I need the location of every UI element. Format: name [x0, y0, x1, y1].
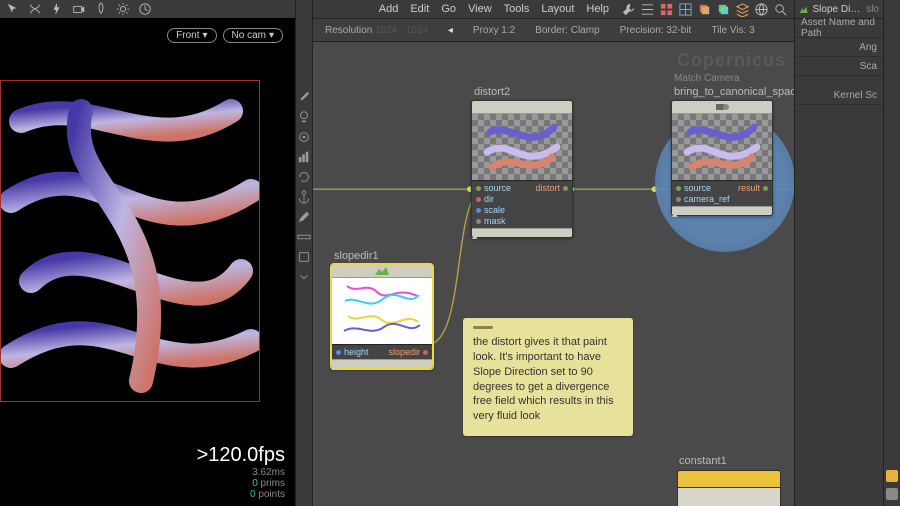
front-label: Front — [176, 30, 199, 41]
menu-go[interactable]: Go — [441, 3, 456, 15]
node-title: constant1 — [679, 455, 727, 467]
eyedropper-icon[interactable] — [297, 90, 311, 104]
node-ports: sourceresult camera_ref — [672, 180, 772, 206]
viewport-stats: >120.0fps 3.62ms 0 prims 0 points — [197, 444, 285, 500]
node-body — [677, 488, 781, 506]
node-title: bring_to_canonical_space — [674, 86, 794, 98]
fps-readout: >120.0fps — [197, 444, 285, 467]
res-label: Resolution — [325, 25, 372, 36]
frametime: 3.62ms — [197, 467, 285, 478]
menu-tools[interactable]: Tools — [504, 3, 530, 15]
node-header — [472, 101, 572, 114]
bulb-icon[interactable] — [297, 110, 311, 124]
note-grip-icon[interactable] — [473, 326, 493, 329]
globe-icon[interactable] — [754, 2, 769, 17]
gear-icon[interactable] — [116, 2, 130, 16]
grid-pink-icon[interactable] — [659, 2, 674, 17]
node-ports: sourcedistort dir scale mask — [472, 180, 572, 228]
node-preview — [472, 114, 572, 180]
ruler-icon[interactable] — [297, 230, 311, 244]
dropdown-icon[interactable] — [297, 270, 311, 284]
viewport-render — [1, 81, 259, 401]
node-type-label: Slope Direct... — [813, 4, 863, 15]
param-kernel-scale[interactable]: Kernel Sc — [795, 86, 883, 105]
node-title: slopedir1 — [334, 250, 379, 262]
viewport-tool-strip — [295, 0, 313, 506]
viewport-panel: Front▾ No cam▾ >120.0fps — [0, 0, 295, 506]
param-angle[interactable]: Ang — [795, 38, 883, 57]
camera-icon[interactable] — [72, 2, 86, 16]
node-editor-subbar: Resolution 1024 1024 ◂ Proxy 1:2 Border:… — [313, 19, 794, 42]
parameter-panel: Slope Direct... slo Asset Name and Path … — [794, 0, 883, 506]
node-name-field[interactable]: slo — [866, 4, 879, 15]
menu-edit[interactable]: Edit — [410, 3, 429, 15]
node-header — [332, 265, 432, 278]
menu-help[interactable]: Help — [586, 3, 609, 15]
list-icon[interactable] — [640, 2, 655, 17]
precision-readout[interactable]: Precision: 32-bit — [620, 25, 692, 36]
toggle-square-a[interactable] — [886, 470, 898, 482]
menu-layout[interactable]: Layout — [541, 3, 574, 15]
arrow-icon[interactable] — [6, 2, 20, 16]
node-header — [672, 101, 772, 114]
node-subtitle: Match Camera — [674, 73, 740, 84]
note-text: the distort gives it that paint look. It… — [473, 335, 623, 424]
right-toggle-strip — [883, 0, 900, 506]
layers-green-icon[interactable] — [716, 2, 731, 17]
node-ports: heightslopedir — [332, 344, 432, 359]
anchor-icon[interactable] — [297, 190, 311, 204]
node-preview — [672, 114, 772, 180]
proxy-readout[interactable]: Proxy 1:2 — [473, 25, 515, 36]
node-editor-menu: Add Edit Go View Tools Layout Help — [369, 3, 619, 15]
loop-icon[interactable] — [297, 170, 311, 184]
node-bring-to-canonical-space[interactable]: Match Camera bring_to_canonical_space so… — [671, 100, 773, 216]
rocket-icon[interactable] — [94, 2, 108, 16]
param-scale[interactable]: Sca — [795, 57, 883, 76]
stack-icon[interactable] — [735, 2, 750, 17]
node-title: distort2 — [474, 86, 510, 98]
pencil-icon[interactable] — [297, 210, 311, 224]
node-constant1[interactable]: constant1 — [677, 470, 781, 506]
clock-icon[interactable] — [138, 2, 152, 16]
node-footer: ▴ — [672, 206, 772, 215]
node-type-icon — [799, 3, 809, 15]
menu-add[interactable]: Add — [379, 3, 399, 15]
front-view-pill[interactable]: Front▾ — [167, 28, 216, 43]
wrench-icon[interactable] — [621, 2, 636, 17]
node-canvas[interactable]: distort2 sourcedistort dir scale mask ▴ … — [313, 40, 794, 506]
camera-pill[interactable]: No cam▾ — [223, 28, 283, 43]
cam-label: No cam — [232, 30, 266, 41]
node-editor[interactable]: Add Edit Go View Tools Layout Help — [313, 0, 794, 506]
node-preview — [332, 278, 432, 344]
grid-blue-icon[interactable] — [678, 2, 693, 17]
search-icon[interactable] — [773, 2, 788, 17]
viewport-toolbar — [0, 0, 295, 18]
asset-path-label: Asset Name and Path — [795, 19, 883, 38]
border-readout[interactable]: Border: Clamp — [535, 25, 599, 36]
target-icon[interactable] — [297, 130, 311, 144]
node-distort2[interactable]: distort2 sourcedistort dir scale mask ▴ — [471, 100, 573, 238]
bolt-icon[interactable] — [50, 2, 64, 16]
node-slopedir1[interactable]: slopedir1 heightslopedir ▴ — [331, 264, 433, 369]
layers-red-icon[interactable] — [697, 2, 712, 17]
toggle-square-b[interactable] — [886, 488, 898, 500]
box-icon[interactable] — [297, 250, 311, 264]
bars-icon[interactable] — [297, 150, 311, 164]
node-header — [677, 470, 781, 488]
node-footer: ▴ — [472, 228, 572, 237]
tilevis-readout[interactable]: Tile Vis: 3 — [711, 25, 754, 36]
node-editor-header: Add Edit Go View Tools Layout Help — [313, 0, 794, 19]
viewport-safe-frame — [0, 80, 260, 402]
sticky-note[interactable]: the distort gives it that paint look. It… — [463, 318, 633, 436]
menu-view[interactable]: View — [468, 3, 492, 15]
node-footer: ▴ — [332, 359, 432, 368]
threads-icon[interactable] — [28, 2, 42, 16]
